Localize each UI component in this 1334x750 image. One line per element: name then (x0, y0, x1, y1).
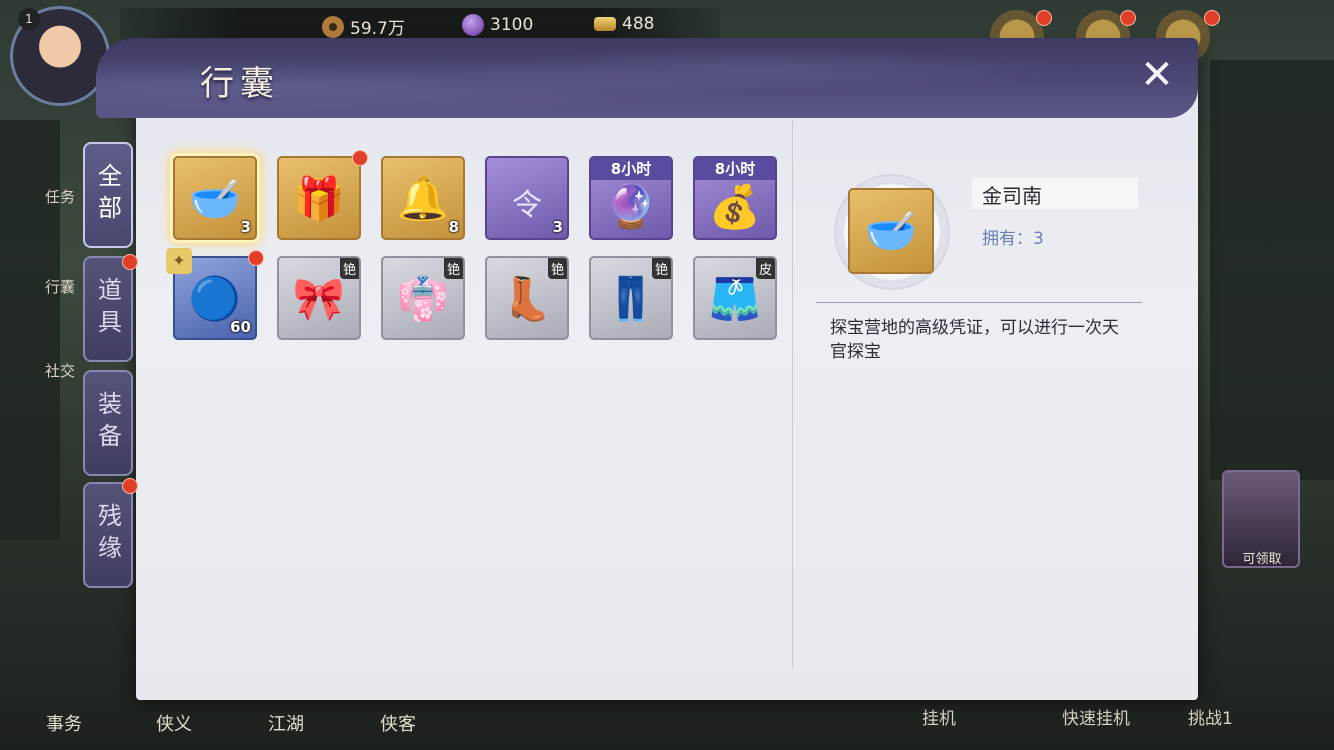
quick-idle-button[interactable]: 快速挂机 (1062, 704, 1130, 729)
item-owned-count: 拥有：3 (982, 229, 1044, 249)
detail-divider (816, 302, 1142, 303)
background-tree (0, 120, 60, 540)
item-description: 探宝营地的高级凭证，可以进行一次天官探宝 (830, 318, 1119, 362)
treasure-chest-icon: 🎁 (292, 174, 346, 223)
side-menu-task[interactable]: 任务 (30, 186, 90, 207)
item-timer-label: 8小时 (695, 158, 775, 180)
item-slot-coin-pack[interactable]: 8小时 💰 (693, 156, 777, 240)
item-slot-black-pants[interactable]: 皮 🩳 (693, 256, 777, 340)
idle-button[interactable]: 挂机 (922, 704, 956, 729)
tab-all[interactable]: 全部 (83, 142, 133, 248)
item-notification-dot (248, 250, 264, 266)
nav-affairs[interactable]: 事务 (46, 710, 82, 736)
resource-ingot: 488 (594, 14, 654, 34)
item-slot-token[interactable]: 令 3 (485, 156, 569, 240)
detail-item-icon: 🥣 (848, 188, 934, 274)
orb-pack-icon: 🔮 (604, 182, 658, 231)
resource-copper: 59.7万 (322, 14, 405, 39)
headband-icon: 🎀 (292, 274, 346, 323)
nav-chivalry[interactable]: 侠义 (156, 710, 192, 736)
gem-value: 3100 (490, 15, 534, 35)
item-slot-orb-pack[interactable]: 8小时 🔮 (589, 156, 673, 240)
item-slot-boots[interactable]: 铯 👢 (485, 256, 569, 340)
notification-dot (1120, 10, 1136, 26)
item-slot-headband[interactable]: 铯 🎀 (277, 256, 361, 340)
purple-gem-icon (462, 14, 484, 36)
panel-divider (792, 120, 793, 668)
nav-jianghu[interactable]: 江湖 (268, 710, 304, 736)
compass-spoon-icon: 🥣 (864, 206, 918, 255)
bell-icon: 🔔 (396, 174, 450, 223)
tab-fragments-notification-dot (122, 478, 138, 494)
blue-orb-icon: 🔵 (188, 274, 242, 323)
tab-fragments[interactable]: 残缘 (83, 482, 133, 588)
challenge-button[interactable]: 挑战1 (1188, 704, 1233, 729)
item-quantity: 3 (552, 218, 563, 236)
bag-modal (136, 52, 1198, 700)
close-icon: ✕ (1140, 52, 1174, 98)
tab-items-notification-dot (122, 254, 138, 270)
item-timer-label: 8小时 (591, 158, 671, 180)
background-tree (1210, 60, 1334, 480)
item-notification-dot (352, 150, 368, 166)
player-level-badge: 1 (18, 8, 40, 30)
pants-icon: 👖 (604, 274, 658, 323)
item-slot-treasure-chest[interactable]: 🎁 (277, 156, 361, 240)
nav-heroes[interactable]: 侠客 (380, 710, 416, 736)
side-menu-bag[interactable]: 行囊 (30, 276, 90, 297)
claim-reward-label: 可领取 (1242, 552, 1282, 567)
tab-equipment[interactable]: 装备 (83, 370, 133, 476)
resource-gem: 3100 (462, 14, 533, 36)
item-quantity: 8 (448, 218, 459, 236)
notification-dot (1204, 10, 1220, 26)
item-quantity: 3 (240, 218, 251, 236)
modal-title: 行囊 (200, 64, 280, 104)
copper-value: 59.7万 (350, 19, 405, 39)
notification-dot (1036, 10, 1052, 26)
tab-items[interactable]: 道具 (83, 256, 133, 362)
item-slot-jinsinan[interactable]: 🥣 3 (173, 156, 257, 240)
boots-icon: 👢 (500, 274, 554, 323)
item-slot-bell[interactable]: 🔔 8 (381, 156, 465, 240)
copper-coin-icon (322, 15, 344, 38)
side-menu-social[interactable]: 社交 (30, 360, 90, 381)
item-quantity: 60 (230, 318, 251, 336)
ingot-value: 488 (622, 14, 655, 34)
shorts-icon: 🩳 (708, 274, 762, 323)
coin-pack-icon: 💰 (708, 182, 762, 231)
item-slot-robe[interactable]: 铯 👘 (381, 256, 465, 340)
gold-ingot-icon (594, 17, 616, 31)
robe-icon: 👘 (396, 274, 450, 323)
puzzle-piece-icon: ✦ (166, 248, 192, 274)
compass-spoon-icon: 🥣 (188, 174, 242, 223)
close-button[interactable]: ✕ (1136, 54, 1178, 96)
item-slot-pants[interactable]: 铯 👖 (589, 256, 673, 340)
item-name: 金司南 (982, 184, 1042, 208)
